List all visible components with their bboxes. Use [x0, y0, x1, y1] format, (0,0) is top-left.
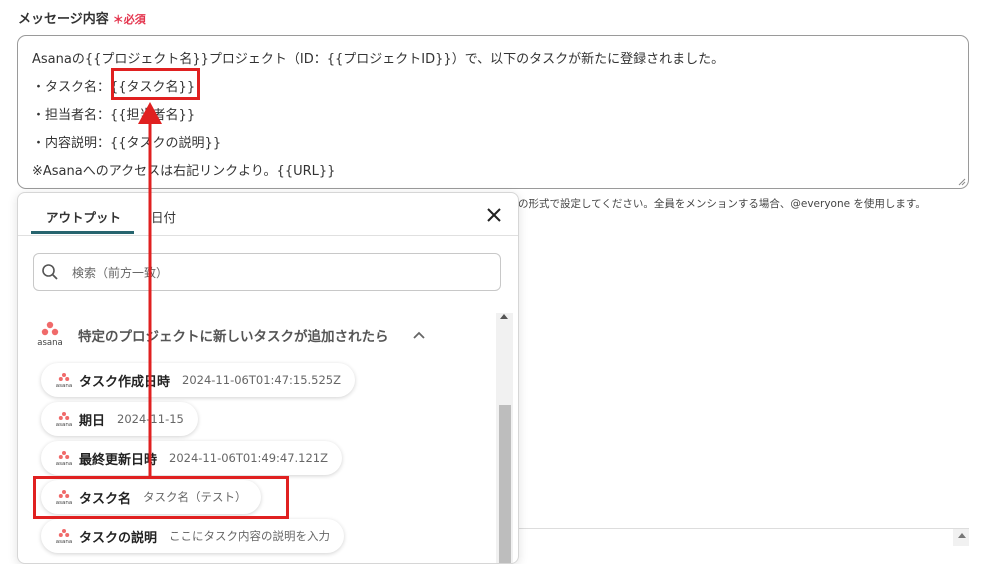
asana-logo-text: asana: [37, 338, 62, 348]
search-icon: [42, 264, 58, 280]
asana-logo-icon: asana: [56, 451, 72, 466]
scroll-up-arrow-icon[interactable]: [958, 533, 966, 538]
section-title: 特定のプロジェクトに新しいタスクが追加されたら: [78, 329, 389, 345]
asana-logo-icon: asana: [56, 412, 72, 427]
chip-name: タスク名: [79, 491, 132, 507]
output-chip-due-date[interactable]: asana 期日 2024-11-15: [41, 402, 198, 436]
svg-text:asana: asana: [56, 461, 72, 466]
chip-value: ここにタスク内容の説明を入力: [169, 529, 331, 543]
chip-value: 2024-11-06T01:47:15.525Z: [182, 373, 342, 387]
field-label-text: メッセージ内容: [18, 12, 109, 27]
asana-logo-icon: asana: [56, 490, 72, 505]
chevron-up-icon[interactable]: [412, 328, 426, 342]
output-chip-task-name[interactable]: asana タスク名 タスク名（テスト）: [41, 480, 261, 514]
resize-handle-icon[interactable]: [958, 178, 966, 186]
tab-divider: [18, 235, 518, 236]
message-line: Asanaの{{プロジェクト名}}プロジェクト（ID：{{プロジェクトID}}）…: [32, 52, 725, 67]
search-input[interactable]: [70, 260, 494, 286]
asana-logo-icon: asana: [56, 529, 72, 544]
active-tab-indicator: [31, 231, 134, 234]
field-label: メッセージ内容 ＊必須: [18, 8, 146, 27]
horizontal-divider: [519, 528, 969, 547]
chip-value: 2024-11-06T01:49:47.121Z: [169, 451, 329, 465]
message-line: ・タスク名：{{タスク名}}: [32, 80, 196, 95]
output-chip-last-modified[interactable]: asana 最終更新日時 2024-11-06T01:49:47.121Z: [41, 441, 343, 475]
output-picker-popup: アウトプット 日付 asana 特定のプロジェクトに新しいタスクが追加されたら: [17, 192, 519, 564]
close-icon[interactable]: [484, 205, 504, 225]
chip-value: タスク名（テスト）: [143, 490, 247, 504]
chip-name: タスク作成日時: [79, 374, 171, 390]
chip-name: タスクの説明: [79, 530, 158, 546]
chip-name: 期日: [79, 413, 106, 429]
scroll-up-arrow-icon[interactable]: [500, 314, 508, 319]
message-textarea[interactable]: Asanaの{{プロジェクト名}}プロジェクト（ID：{{プロジェクトID}}）…: [17, 35, 969, 189]
svg-text:asana: asana: [56, 383, 72, 388]
output-chip-task-description[interactable]: asana タスクの説明 ここにタスク内容の説明を入力: [41, 519, 345, 553]
chip-value: 2024-11-15: [117, 412, 184, 426]
trigger-section-header[interactable]: asana 特定のプロジェクトに新しいタスクが追加されたら: [32, 320, 502, 350]
asana-logo-icon: asana: [56, 373, 72, 388]
chip-name: 最終更新日時: [79, 452, 158, 468]
svg-text:asana: asana: [56, 539, 72, 544]
tab-output[interactable]: アウトプット: [46, 207, 121, 226]
tab-date[interactable]: 日付: [151, 207, 176, 226]
output-chip-task-created-at[interactable]: asana タスク作成日時 2024-11-06T01:47:15.525Z: [41, 363, 356, 397]
message-line: ・担当者名：{{担当者名}}: [32, 108, 196, 123]
scrollbar-thumb[interactable]: [499, 405, 511, 563]
message-line: ・内容説明：{{タスクの説明}}: [32, 136, 222, 151]
message-line: ※Asanaへのアクセスは右記リンクより。{{URL}}: [32, 164, 336, 179]
svg-text:asana: asana: [56, 500, 72, 505]
search-field[interactable]: [33, 253, 501, 291]
hint-text: の形式で設定してください。全員をメンションする場合、@everyone を使用し…: [518, 198, 926, 210]
svg-text:asana: asana: [56, 422, 72, 427]
asana-logo-icon: asana: [37, 321, 63, 348]
required-badge: ＊必須: [112, 13, 146, 26]
